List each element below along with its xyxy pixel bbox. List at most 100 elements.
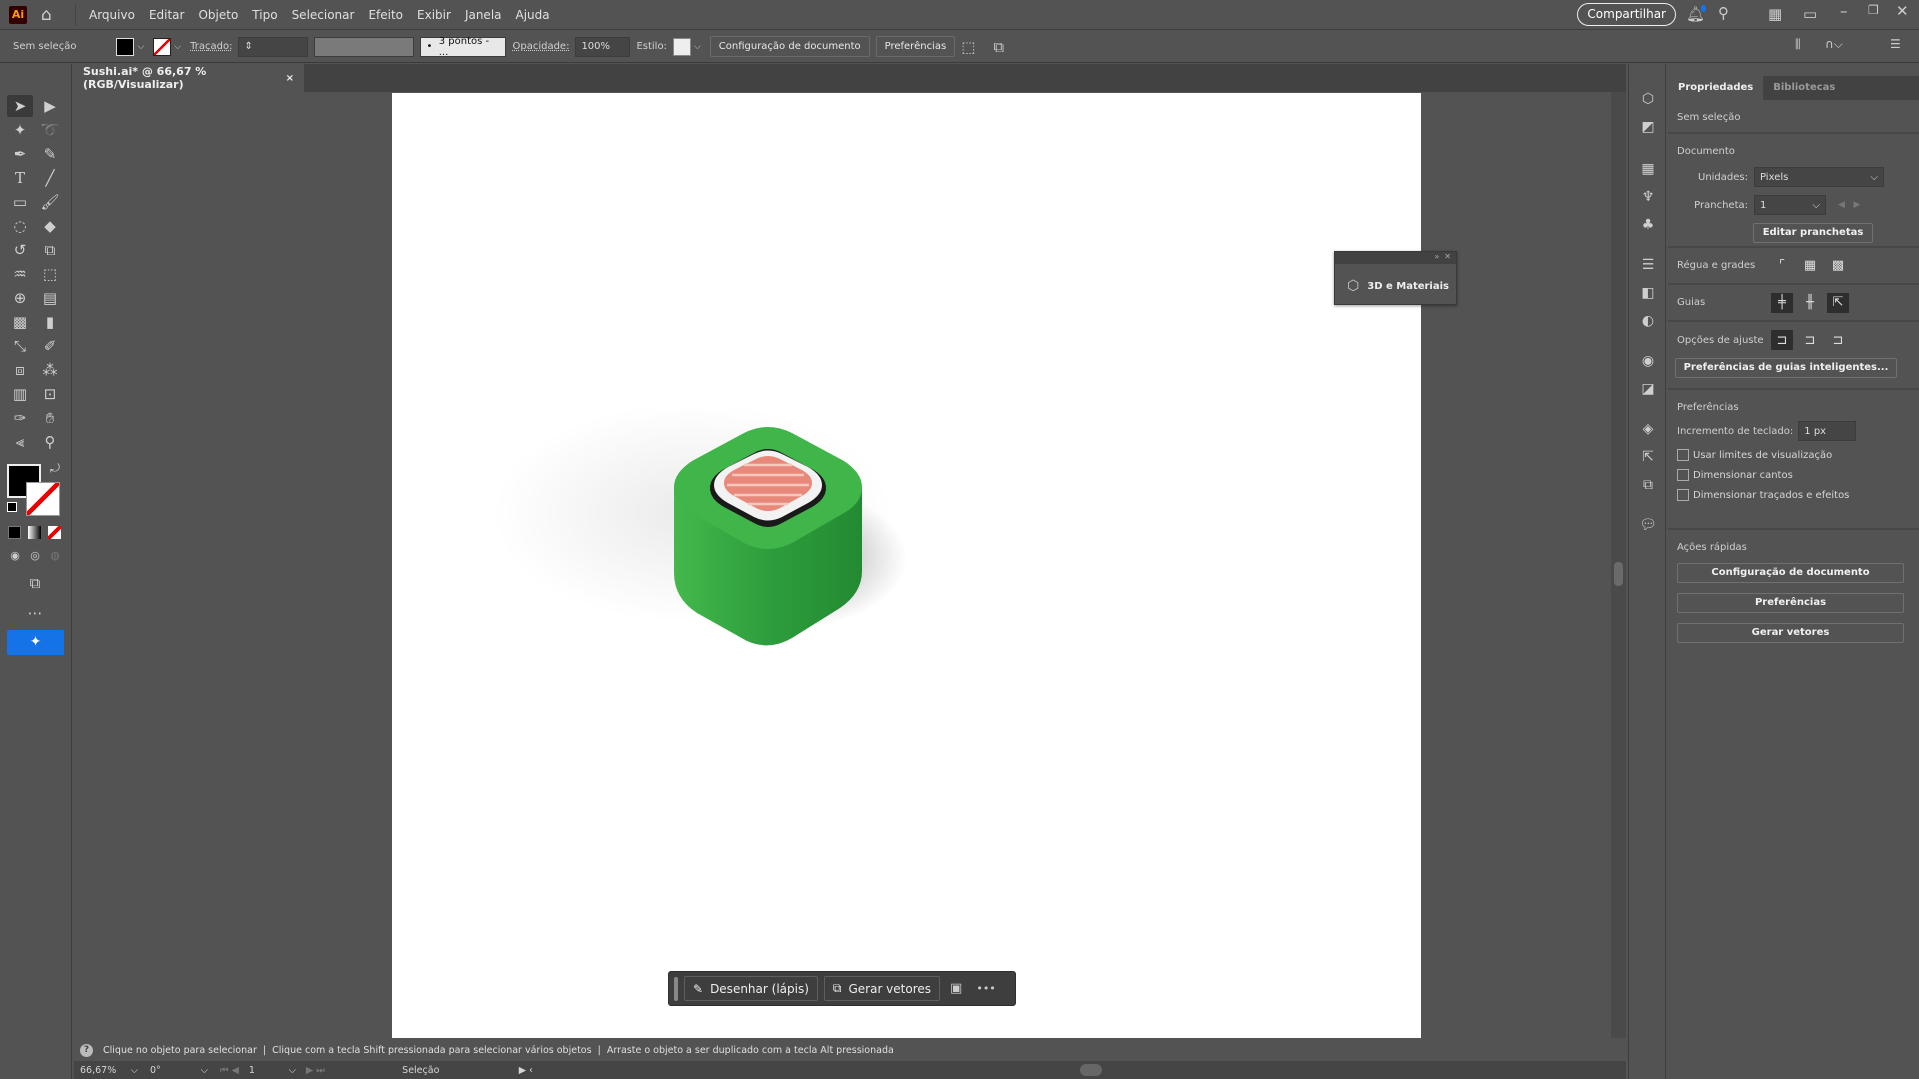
- brushes-icon[interactable]: ♆: [1639, 188, 1657, 206]
- align-icon[interactable]: ⫼: [1795, 37, 1801, 52]
- document-setup-button[interactable]: Configuração de documento: [709, 36, 870, 57]
- warp-tool-icon[interactable]: ♒: [7, 263, 33, 285]
- grid-icon[interactable]: ▦: [1799, 256, 1821, 276]
- next-last-artboard-icon[interactable]: ▶ ⏭: [306, 1065, 325, 1076]
- menu-objeto[interactable]: Objeto: [191, 8, 245, 22]
- image-add-icon[interactable]: ▣: [950, 981, 962, 996]
- direct-selection-tool-icon[interactable]: ▶: [37, 95, 63, 117]
- artboard[interactable]: [392, 93, 1421, 1038]
- graph-tool-icon[interactable]: ▥: [7, 383, 33, 405]
- curvature-tool-icon[interactable]: ✎: [37, 143, 63, 165]
- free-transform-icon[interactable]: ⬚: [37, 263, 63, 285]
- stroke-color[interactable]: [26, 482, 60, 516]
- units-select[interactable]: Pixels ⌵: [1754, 167, 1884, 187]
- close-window-icon[interactable]: ✕: [1896, 2, 1909, 20]
- snap-point-icon[interactable]: ⊐: [1771, 330, 1793, 350]
- quick-document-setup-button[interactable]: Configuração de documento: [1677, 563, 1904, 583]
- isolate-icon[interactable]: ⧉: [993, 38, 1004, 56]
- slice-tool-icon[interactable]: ✑: [7, 407, 33, 429]
- panel-header[interactable]: » ✕: [1335, 252, 1456, 264]
- shaper-tool-icon[interactable]: ◌: [7, 215, 33, 237]
- restore-icon[interactable]: ❐: [1868, 3, 1879, 17]
- brush-select[interactable]: • 3 pontos - ...: [420, 36, 507, 58]
- swap-colors-icon[interactable]: ⤾: [42, 457, 68, 479]
- checkbox-preview-bounds[interactable]: Usar limites de visualização: [1677, 449, 1910, 461]
- quick-preferences-button[interactable]: Preferências: [1677, 593, 1904, 613]
- color-mode-icon[interactable]: [8, 526, 21, 539]
- shape-builder-icon[interactable]: ⊕: [7, 287, 33, 309]
- rotation-select[interactable]: 0° ⌵: [144, 1065, 214, 1076]
- edit-artboards-button[interactable]: Editar pranchetas: [1753, 223, 1873, 243]
- smart-guides-icon[interactable]: ⇱: [1827, 292, 1849, 313]
- rotate-tool-icon[interactable]: ↺: [7, 239, 33, 261]
- tab-libraries[interactable]: Bibliotecas: [1763, 76, 1845, 100]
- stroke-label[interactable]: Traçado:: [190, 41, 232, 52]
- menu-tipo[interactable]: Tipo: [245, 8, 284, 22]
- artboard-nav-icon[interactable]: ◀ ▶: [1838, 200, 1860, 210]
- opacity-label[interactable]: Opacidade:: [512, 41, 569, 52]
- menu-janela[interactable]: Janela: [458, 8, 509, 22]
- measure-tool-icon[interactable]: ⤡: [7, 335, 33, 357]
- transparency-icon[interactable]: ◐: [1639, 312, 1657, 330]
- scale-tool-icon[interactable]: ⧉: [37, 239, 63, 261]
- share-button[interactable]: Compartilhar: [1577, 3, 1676, 26]
- vertical-scrollbar[interactable]: [1611, 92, 1626, 1038]
- gradient-panel-icon[interactable]: ◧: [1639, 284, 1657, 302]
- hand-tool-icon[interactable]: ✋︎: [37, 407, 63, 429]
- stroke-weight-input[interactable]: ⇕: [238, 36, 309, 57]
- eyedropper-icon[interactable]: ✐: [37, 335, 63, 357]
- snap-pixel-icon[interactable]: ⊐: [1827, 330, 1849, 350]
- sushi-illustration[interactable]: [392, 93, 1421, 1038]
- menu-exibir[interactable]: Exibir: [410, 8, 458, 22]
- zoom-tool-icon[interactable]: ⚲: [37, 431, 63, 453]
- default-colors-icon[interactable]: [7, 502, 17, 512]
- select-similar-icon[interactable]: ⬚: [961, 38, 975, 56]
- artboard-select[interactable]: 1 ⌵: [1754, 195, 1826, 215]
- snap-grid-icon[interactable]: ⊐: [1799, 330, 1821, 350]
- align-tool-icon[interactable]: ⫷: [7, 431, 33, 453]
- scroll-thumb[interactable]: [1614, 562, 1623, 586]
- generative-ai-button[interactable]: ✦: [7, 630, 64, 655]
- close-tab-icon[interactable]: ×: [286, 73, 294, 84]
- graphic-styles-icon[interactable]: ◪: [1639, 380, 1657, 398]
- generate-vectors-button[interactable]: ⧉ Gerar vetores: [823, 976, 941, 1001]
- draw-pencil-button[interactable]: ✎ Desenhar (lápis): [684, 976, 818, 1001]
- export-icon[interactable]: ⇱: [1639, 448, 1657, 466]
- artboards-icon[interactable]: ⧉: [1639, 476, 1657, 494]
- fill-swatch[interactable]: ⌵: [116, 37, 147, 56]
- 3d-materials-item[interactable]: ⬡ 3D e Materiais: [1335, 264, 1456, 294]
- paintbrush-icon[interactable]: 🖌︎: [37, 191, 63, 213]
- panel-layout-icon[interactable]: ▭: [1803, 5, 1817, 23]
- keyboard-increment-input[interactable]: 1 px: [1798, 421, 1857, 441]
- panel-menu-icon[interactable]: ☰: [1890, 37, 1901, 51]
- symbols-icon[interactable]: ♣: [1639, 216, 1657, 234]
- first-prev-artboard-icon[interactable]: ⏮ ◀: [220, 1065, 239, 1076]
- horizontal-scroll-thumb[interactable]: [1080, 1064, 1102, 1076]
- drag-handle[interactable]: [674, 976, 678, 1001]
- quick-generate-vectors-button[interactable]: Gerar vetores: [1677, 623, 1904, 643]
- selection-tool-icon[interactable]: ➤: [7, 95, 33, 117]
- stroke-panel-icon[interactable]: ☰: [1639, 256, 1657, 274]
- artboard-nav-select[interactable]: 1 ⌵: [245, 1065, 300, 1076]
- eraser-icon[interactable]: ◆: [37, 215, 63, 237]
- magic-wand-icon[interactable]: ✦: [7, 119, 33, 141]
- edit-toolbar-icon[interactable]: ⋯: [22, 602, 48, 624]
- menu-efeito[interactable]: Efeito: [361, 8, 410, 22]
- appearance-icon[interactable]: ◉: [1639, 352, 1657, 370]
- swatches-icon[interactable]: ▦: [1639, 160, 1657, 178]
- checkbox-scale-strokes[interactable]: Dimensionar traçados e efeitos: [1677, 489, 1910, 501]
- none-mode-icon[interactable]: [48, 526, 61, 539]
- opacity-input[interactable]: 100%: [575, 36, 631, 57]
- comments-icon[interactable]: 💬︎: [1639, 516, 1657, 534]
- screen-mode-icon[interactable]: ⧉: [22, 572, 48, 594]
- artboard-tool-icon[interactable]: ⊡: [37, 383, 63, 405]
- draw-inside-icon[interactable]: ◍: [42, 545, 68, 567]
- pen-tool-icon[interactable]: ✒: [7, 143, 33, 165]
- blend-tool-icon[interactable]: ⧈: [7, 359, 33, 381]
- checkbox-scale-corners[interactable]: Dimensionar cantos: [1677, 469, 1910, 481]
- variable-width-select[interactable]: [314, 36, 415, 57]
- document-tab[interactable]: Sushi.ai* @ 66,67 % (RGB/Visualizar) ×: [74, 64, 304, 92]
- minimize-icon[interactable]: –: [1840, 2, 1848, 20]
- workspace-icon[interactable]: ▦: [1768, 5, 1782, 23]
- menu-editar[interactable]: Editar: [142, 8, 192, 22]
